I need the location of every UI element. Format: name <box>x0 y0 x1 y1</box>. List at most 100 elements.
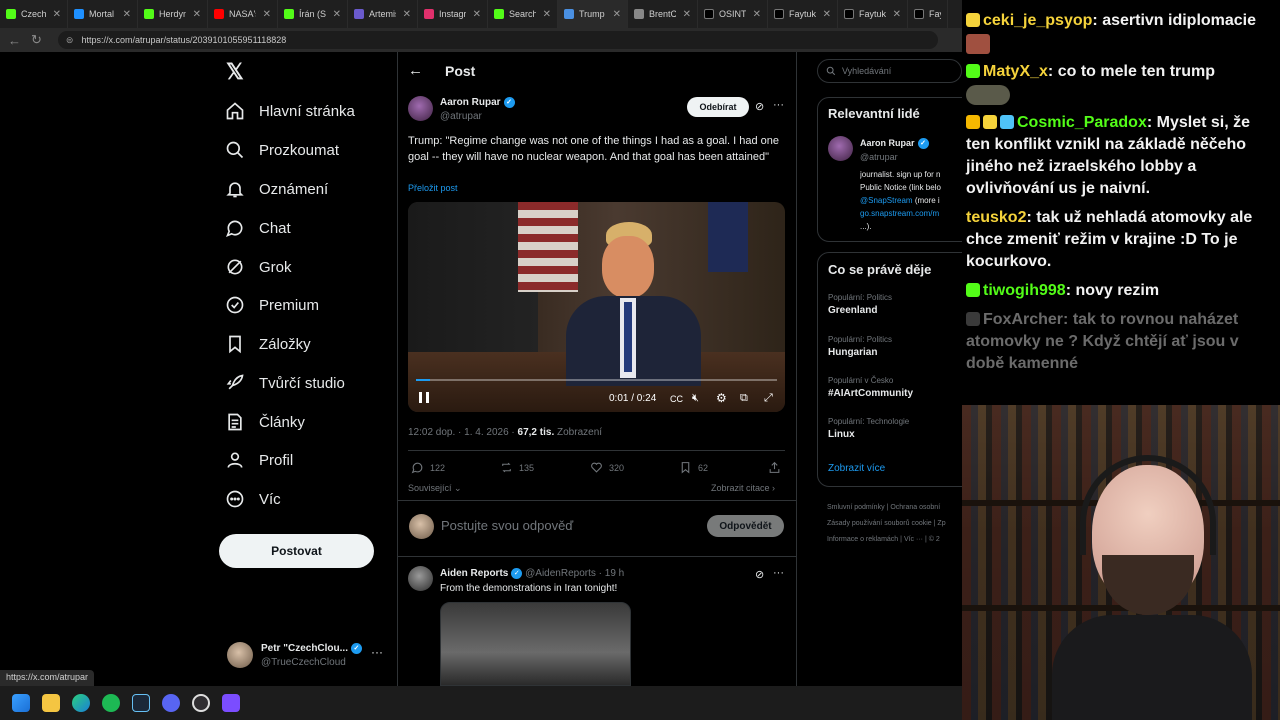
follow-button[interactable]: Odebírat <box>687 97 749 117</box>
captions-icon[interactable]: CC <box>670 394 683 404</box>
relevant-person-handle[interactable]: @atrupar <box>860 152 898 162</box>
footer-link[interactable]: Zásady používání souborů cookie <box>827 520 932 527</box>
edge-icon[interactable] <box>72 694 90 712</box>
browser-tab[interactable]: Mortal S✕ <box>68 0 138 28</box>
trend-item[interactable]: Populární: Politics Hungarian <box>828 335 892 358</box>
sidebar-item-notifications[interactable]: Oznámení <box>225 171 328 207</box>
close-icon[interactable]: ✕ <box>683 9 691 20</box>
footer-link[interactable]: Smluvní podmínky <box>827 504 885 511</box>
close-icon[interactable]: ✕ <box>473 9 481 20</box>
sidebar-item-creator-studio[interactable]: Tvůrčí studio <box>225 365 345 401</box>
browser-tab[interactable]: Instagran✕ <box>418 0 488 28</box>
reply-handle[interactable]: @AidenReports <box>525 568 596 579</box>
reply-author[interactable]: Aiden Reports <box>440 568 508 579</box>
sidebar-item-grok[interactable]: Grok <box>225 249 292 285</box>
account-switcher[interactable]: Petr "CzechClou... ✓ @TrueCzechCloud ··· <box>227 641 387 671</box>
spotify-icon[interactable] <box>102 694 120 712</box>
grok-explain-icon[interactable]: ⊘ <box>755 568 764 581</box>
file-explorer-icon[interactable] <box>42 694 60 712</box>
close-icon[interactable]: ✕ <box>333 9 341 20</box>
footer-link[interactable]: Zp <box>937 520 945 527</box>
browser-tab[interactable]: Artemis I✕ <box>348 0 418 28</box>
app-icon[interactable] <box>222 694 240 712</box>
reply-button[interactable]: 122 <box>411 461 445 474</box>
close-icon[interactable]: ✕ <box>543 9 551 20</box>
url-field[interactable]: ⊜ https://x.com/atrupar/status/203910105… <box>57 31 938 49</box>
mute-icon[interactable]: 🔇︎ <box>692 392 699 405</box>
browser-tab[interactable]: Faytuks N✕ <box>768 0 838 28</box>
video-player[interactable]: 0:01 / 0:24 CC 🔇︎ ⚙ ⧉ ⤢ <box>408 202 785 412</box>
browser-tab[interactable]: BrentCha✕ <box>628 0 698 28</box>
steam-icon[interactable] <box>132 694 150 712</box>
relevant-person-name[interactable]: Aaron Rupar <box>860 138 915 148</box>
share-button[interactable] <box>768 461 781 474</box>
reload-icon[interactable]: ↻ <box>31 32 42 48</box>
sidebar-item-more[interactable]: Víc <box>225 481 281 517</box>
more-options-icon[interactable]: ··· <box>773 567 784 579</box>
browser-tab[interactable]: Írán (Stát✕ <box>278 0 348 28</box>
obs-icon[interactable] <box>192 694 210 712</box>
reply-image[interactable] <box>440 602 631 686</box>
discord-icon[interactable] <box>162 694 180 712</box>
grok-explain-icon[interactable]: ⊘ <box>755 100 764 113</box>
browser-tab[interactable]: Fayt <box>908 0 948 28</box>
browser-tab[interactable]: HerdynO✕ <box>138 0 208 28</box>
trend-item[interactable]: Populární v Česko #AIArtCommunity <box>828 376 913 399</box>
browser-tab-active[interactable]: Trump si✕ <box>558 0 628 28</box>
sidebar-item-bookmarks[interactable]: Záložky <box>225 326 311 362</box>
translate-link[interactable]: Přeložit post <box>408 183 458 193</box>
avatar[interactable] <box>408 96 433 121</box>
bookmark-button[interactable]: 62 <box>679 461 708 474</box>
sidebar-item-profile[interactable]: Profil <box>225 442 293 478</box>
fullscreen-icon[interactable]: ⤢ <box>764 392 773 405</box>
browser-tab[interactable]: Faytuks N✕ <box>838 0 908 28</box>
sidebar-item-explore[interactable]: Prozkoumat <box>225 132 339 168</box>
reply-input[interactable]: Postujte svou odpověď <box>441 518 691 533</box>
search-box[interactable]: Vyhledávání <box>817 59 962 83</box>
back-icon[interactable]: ← <box>8 33 21 48</box>
sidebar-item-chat[interactable]: Chat <box>225 210 291 246</box>
more-options-icon[interactable]: ··· <box>773 99 784 111</box>
post-button[interactable]: Postovat <box>219 534 374 568</box>
browser-tab[interactable]: NASA's A✕ <box>208 0 278 28</box>
video-progress-track[interactable] <box>416 379 777 381</box>
site-info-icon[interactable]: ⊜ <box>66 35 74 46</box>
back-arrow-icon[interactable]: ← <box>408 62 423 79</box>
reply-button-submit[interactable]: Odpovědět <box>707 515 784 537</box>
post-handle[interactable]: @atrupar <box>440 111 482 122</box>
repost-button[interactable]: 135 <box>500 461 534 474</box>
footer-link[interactable]: Informace o reklamách <box>827 536 898 543</box>
avatar[interactable] <box>828 136 853 161</box>
close-icon[interactable]: ✕ <box>193 9 201 20</box>
browser-tab[interactable]: CzechClo✕ <box>0 0 68 28</box>
like-button[interactable]: 320 <box>590 461 624 474</box>
settings-icon[interactable]: ⚙ <box>716 391 727 405</box>
pip-icon[interactable]: ⧉ <box>740 392 748 405</box>
close-icon[interactable]: ✕ <box>893 9 901 20</box>
close-icon[interactable]: ✕ <box>753 9 761 20</box>
x-logo-icon[interactable]: 𝕏 <box>226 61 248 83</box>
related-dropdown[interactable]: Související ⌄ <box>408 483 462 494</box>
trend-item[interactable]: Populární: Politics Greenland <box>828 293 892 316</box>
post-author[interactable]: Aaron Rupar <box>440 97 501 108</box>
pause-icon[interactable] <box>419 392 429 403</box>
quotes-link[interactable]: Zobrazit citace › <box>711 483 775 493</box>
close-icon[interactable]: ✕ <box>613 9 621 20</box>
more-options-icon[interactable]: ··· <box>371 645 383 659</box>
browser-tab[interactable]: Search -✕ <box>488 0 558 28</box>
close-icon[interactable]: ✕ <box>123 9 131 20</box>
sidebar-item-premium[interactable]: Premium <box>225 287 319 323</box>
footer-link[interactable]: Víc ··· <box>904 536 923 543</box>
trend-item[interactable]: Populární: Technologie Linux <box>828 417 909 440</box>
close-icon[interactable]: ✕ <box>823 9 831 20</box>
footer-link[interactable]: Ochrana osobní <box>890 504 940 511</box>
close-icon[interactable]: ✕ <box>263 9 271 20</box>
sidebar-item-articles[interactable]: Články <box>225 404 305 440</box>
close-icon[interactable]: ✕ <box>403 9 411 20</box>
close-icon[interactable]: ✕ <box>53 9 61 20</box>
browser-tab[interactable]: OSINTde✕ <box>698 0 768 28</box>
post-timestamp[interactable]: 12:02 dop. · 1. 4. 2026 · <box>408 427 518 438</box>
sidebar-item-home[interactable]: Hlavní stránka <box>225 93 355 129</box>
avatar[interactable] <box>408 566 433 591</box>
windows-start-icon[interactable] <box>12 694 30 712</box>
